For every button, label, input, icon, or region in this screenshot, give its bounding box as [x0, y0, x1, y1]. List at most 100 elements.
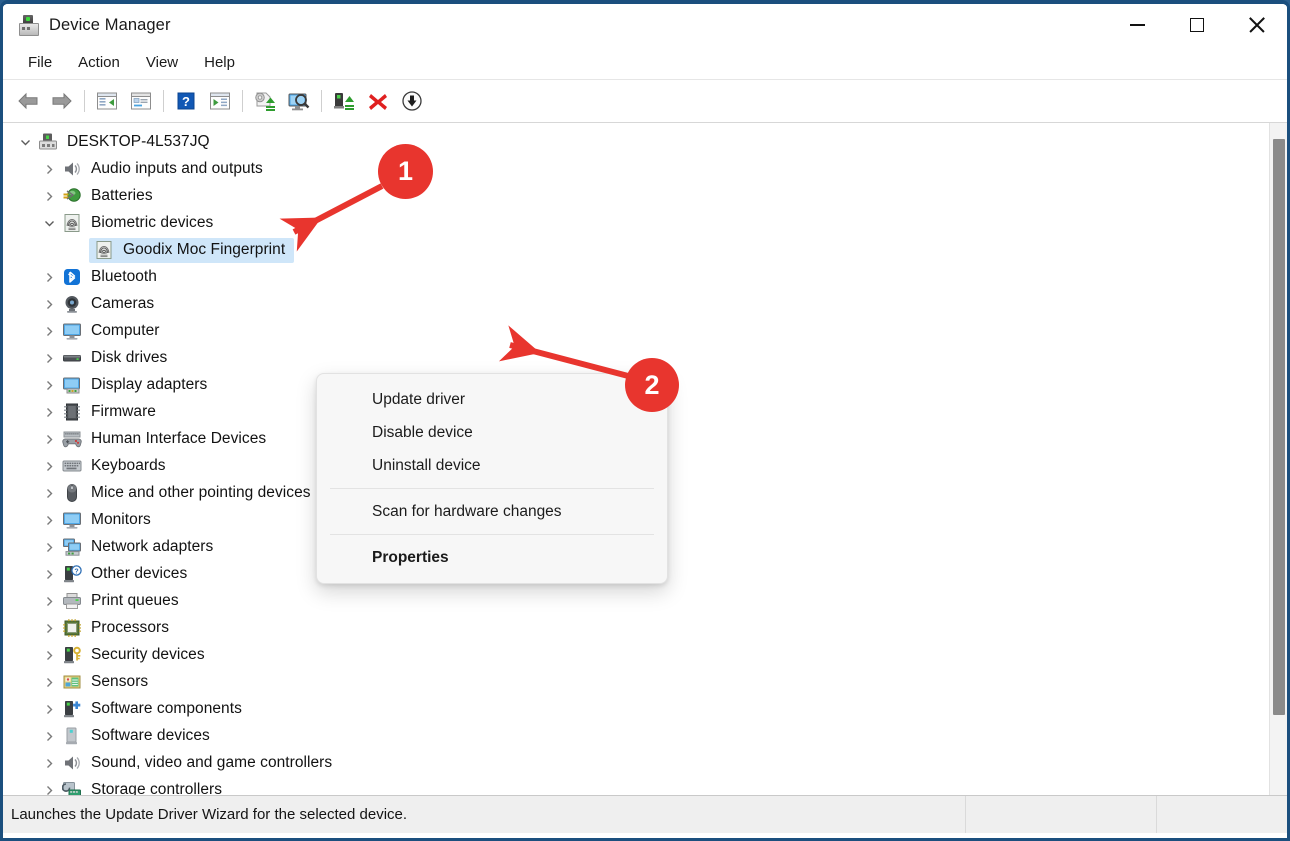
tree-node-label: Display adapters	[91, 376, 208, 393]
tree-node-label: Print queues	[91, 592, 179, 609]
status-bar: Launches the Update Driver Wizard for th…	[3, 796, 1287, 833]
chevron-right-icon[interactable]	[41, 378, 57, 394]
security-key-icon	[62, 645, 82, 665]
maximize-button[interactable]	[1167, 4, 1227, 46]
chevron-right-icon[interactable]	[41, 675, 57, 691]
tree-node-software-components[interactable]: Software components	[3, 696, 1287, 723]
tree-node-storage-controllers[interactable]: Storage controllers	[3, 777, 1287, 796]
forward-arrow-icon	[52, 92, 72, 110]
tree-node-sensors[interactable]: Sensors	[3, 669, 1287, 696]
chevron-right-icon[interactable]	[41, 567, 57, 583]
red-x-icon	[369, 93, 387, 110]
chevron-right-icon[interactable]	[41, 351, 57, 367]
action-pane-icon	[210, 92, 230, 110]
context-menu-separator	[330, 488, 654, 489]
tree-node-label: Software components	[91, 700, 242, 717]
help-button[interactable]: ?	[169, 84, 203, 118]
tree-node-cameras[interactable]: Cameras	[3, 291, 1287, 318]
tree-node-bluetooth[interactable]: Bluetooth	[3, 264, 1287, 291]
tree-node-label: Keyboards	[91, 457, 166, 474]
tree-node-software-devices[interactable]: Software devices	[3, 723, 1287, 750]
tree-node-computer-root[interactable]: DESKTOP-4L537JQ	[3, 129, 1287, 156]
scan-monitor-icon	[288, 93, 310, 110]
device-manager-icon	[17, 14, 39, 36]
maximize-icon	[1190, 18, 1204, 32]
ctx-update-driver[interactable]: Update driver	[317, 383, 667, 416]
tree-node-security-devices[interactable]: Security devices	[3, 642, 1287, 669]
chevron-right-icon[interactable]	[41, 162, 57, 178]
chevron-right-icon[interactable]	[41, 513, 57, 529]
chevron-right-icon[interactable]	[41, 594, 57, 610]
tree-node-label: Mice and other pointing devices	[91, 484, 311, 501]
chevron-right-icon[interactable]	[41, 189, 57, 205]
chevron-right-icon[interactable]	[41, 729, 57, 745]
menu-action[interactable]: Action	[67, 50, 131, 75]
status-cell-3	[1157, 796, 1287, 833]
show-hide-console-tree-button[interactable]	[90, 84, 124, 118]
chevron-right-icon[interactable]	[41, 432, 57, 448]
tree-node-computer[interactable]: Computer	[3, 318, 1287, 345]
tree-node-batteries[interactable]: Batteries	[3, 183, 1287, 210]
properties-button[interactable]	[124, 84, 158, 118]
chevron-right-icon[interactable]	[41, 756, 57, 772]
monitor-icon	[62, 510, 82, 530]
chevron-down-icon[interactable]	[41, 216, 57, 232]
tree-node-sound-video-and-game-controllers[interactable]: Sound, video and game controllers	[3, 750, 1287, 777]
chevron-right-icon[interactable]	[41, 540, 57, 556]
tree-node-label: Sound, video and game controllers	[91, 754, 333, 771]
ctx-disable-device[interactable]: Disable device	[317, 416, 667, 449]
enable-device-icon	[334, 92, 354, 110]
show-hide-action-pane-button[interactable]	[203, 84, 237, 118]
ctx-scan-hardware-changes[interactable]: Scan for hardware changes	[317, 495, 667, 528]
vertical-scrollbar[interactable]	[1269, 123, 1287, 795]
console-tree-icon	[97, 92, 117, 110]
menu-help[interactable]: Help	[193, 50, 246, 75]
back-button[interactable]	[11, 84, 45, 118]
menu-bar: File Action View Help	[3, 46, 1287, 80]
chevron-right-icon[interactable]	[41, 783, 57, 796]
tree-node-label: Network adapters	[91, 538, 214, 555]
chevron-right-icon[interactable]	[41, 621, 57, 637]
chevron-right-icon[interactable]	[41, 648, 57, 664]
tree-node-label: Storage controllers	[91, 781, 223, 796]
tree-node-goodix-moc-fingerprint[interactable]: Goodix Moc Fingerprint	[3, 237, 1287, 264]
chevron-right-icon[interactable]	[41, 459, 57, 475]
tree-node-print-queues[interactable]: Print queues	[3, 588, 1287, 615]
chevron-down-icon[interactable]	[17, 135, 33, 151]
close-button[interactable]	[1227, 4, 1287, 46]
tree-node-label: Processors	[91, 619, 170, 636]
chevron-right-icon[interactable]	[41, 297, 57, 313]
forward-button[interactable]	[45, 84, 79, 118]
enable-device-button[interactable]	[327, 84, 361, 118]
annotation-badge-1: 1	[378, 144, 433, 199]
uninstall-device-button[interactable]	[361, 84, 395, 118]
tree-node-label: Biometric devices	[91, 214, 214, 231]
minimize-button[interactable]	[1107, 4, 1167, 46]
menu-file[interactable]: File	[17, 50, 63, 75]
status-message-cell: Launches the Update Driver Wizard for th…	[3, 796, 966, 833]
scrollbar-thumb[interactable]	[1273, 139, 1285, 715]
storage-controller-icon	[61, 780, 82, 795]
tree-node-label: Software devices	[91, 727, 210, 744]
tree-node-biometric-devices[interactable]: Biometric devices	[3, 210, 1287, 237]
scan-hardware-changes-button[interactable]	[282, 84, 316, 118]
chevron-right-icon[interactable]	[41, 405, 57, 421]
toolbar: ?	[3, 80, 1287, 123]
disable-device-button[interactable]	[395, 84, 429, 118]
device-context-menu: Update driver Disable device Uninstall d…	[316, 373, 668, 584]
chevron-right-icon[interactable]	[41, 702, 57, 718]
update-driver-button[interactable]	[248, 84, 282, 118]
chevron-right-icon[interactable]	[41, 324, 57, 340]
tree-node-processors[interactable]: Processors	[3, 615, 1287, 642]
down-arrow-circle-icon	[402, 91, 422, 111]
menu-view[interactable]: View	[135, 50, 189, 75]
ctx-properties[interactable]: Properties	[317, 541, 667, 574]
toolbar-separator	[163, 90, 164, 112]
chevron-right-icon[interactable]	[41, 270, 57, 286]
ctx-uninstall-device[interactable]: Uninstall device	[317, 449, 667, 482]
sensors-icon	[62, 672, 82, 692]
window-controls	[1107, 4, 1287, 46]
tree-node-label: Firmware	[91, 403, 156, 420]
tree-node-audio-inputs-and-outputs[interactable]: Audio inputs and outputs	[3, 156, 1287, 183]
chevron-right-icon[interactable]	[41, 486, 57, 502]
